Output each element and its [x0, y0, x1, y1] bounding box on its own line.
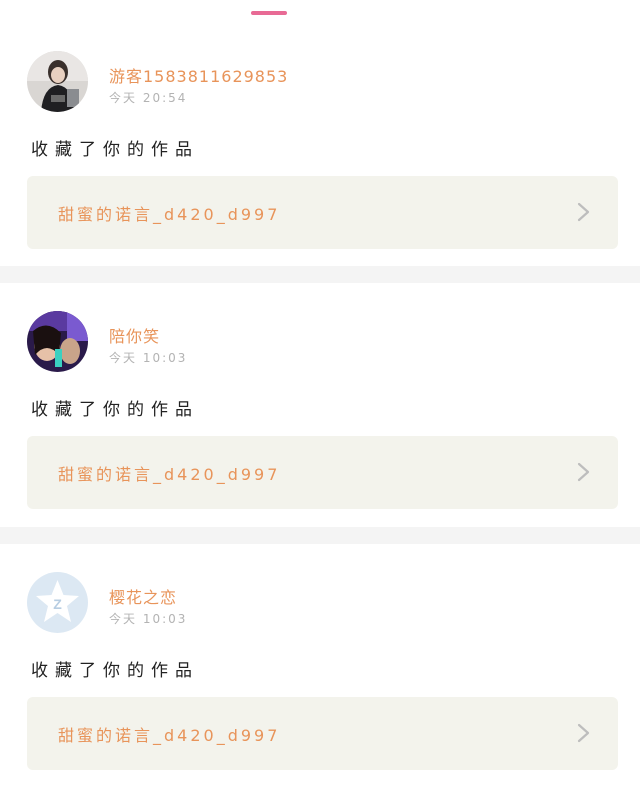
action-text: 收藏了你的作品	[31, 140, 199, 160]
work-title: 甜蜜的诺言_d420_d997	[58, 205, 281, 224]
active-tab-indicator	[251, 11, 287, 15]
notifications-page: 游客1583811629853 今天 20:54 收藏了你的作品 甜蜜的诺言_d…	[0, 0, 640, 787]
tab-bar	[0, 0, 640, 20]
chevron-right-icon	[577, 462, 590, 482]
username[interactable]: 游客1583811629853	[109, 63, 288, 87]
work-link[interactable]: 甜蜜的诺言_d420_d997	[27, 697, 618, 770]
chevron-right-icon	[577, 723, 590, 743]
user-avatar[interactable]	[27, 311, 88, 372]
notification-card: 陪你笑 今天 10:03 收藏了你的作品 甜蜜的诺言_d420_d997	[0, 300, 640, 543]
timestamp: 今天 10:03	[109, 612, 188, 626]
qq-default-avatar-icon: Z	[27, 572, 88, 633]
user-avatar[interactable]	[27, 51, 88, 112]
section-divider	[0, 266, 640, 283]
username[interactable]: 陪你笑	[109, 323, 160, 347]
section-divider	[0, 527, 640, 544]
work-link[interactable]: 甜蜜的诺言_d420_d997	[27, 176, 618, 249]
username[interactable]: 樱花之恋	[109, 584, 177, 608]
chevron-right-icon	[577, 202, 590, 222]
work-link[interactable]: 甜蜜的诺言_d420_d997	[27, 436, 618, 509]
notification-card: 游客1583811629853 今天 20:54 收藏了你的作品 甜蜜的诺言_d…	[0, 40, 640, 283]
action-text: 收藏了你的作品	[31, 400, 199, 420]
svg-text:Z: Z	[53, 596, 62, 612]
timestamp: 今天 20:54	[109, 91, 188, 105]
work-title: 甜蜜的诺言_d420_d997	[58, 726, 281, 745]
user-avatar[interactable]: Z	[27, 572, 88, 633]
action-text: 收藏了你的作品	[31, 661, 199, 681]
notification-card: Z 樱花之恋 今天 10:03 收藏了你的作品 甜蜜的诺言_d420_d997	[0, 561, 640, 787]
work-title: 甜蜜的诺言_d420_d997	[58, 465, 281, 484]
timestamp: 今天 10:03	[109, 351, 188, 365]
